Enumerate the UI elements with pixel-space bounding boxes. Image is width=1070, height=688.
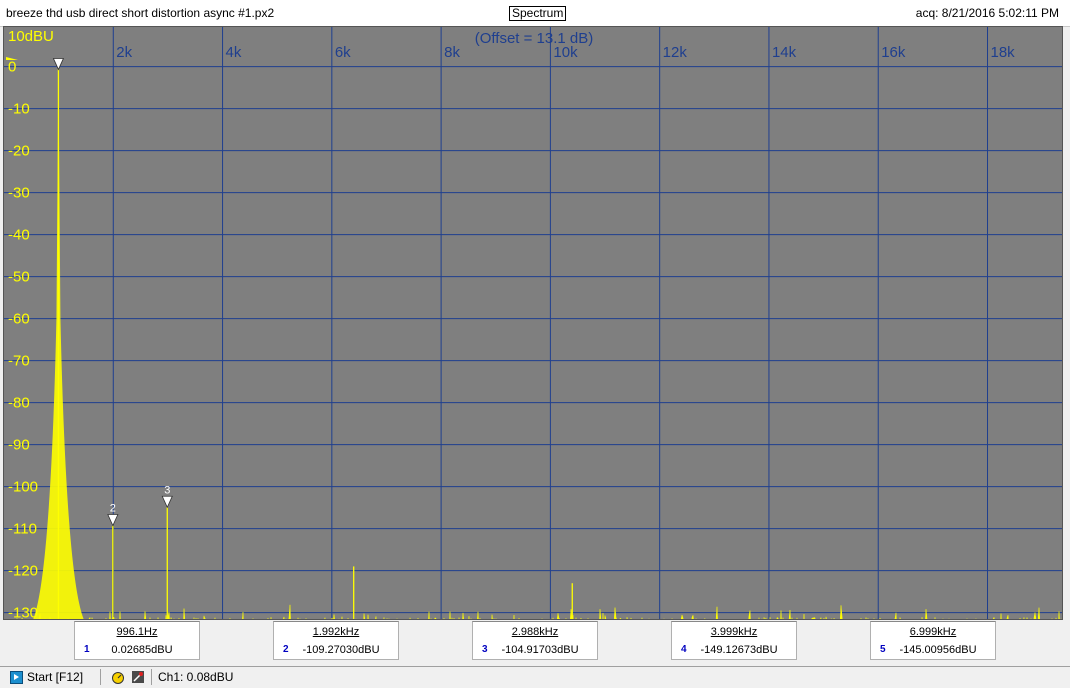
status-separator bbox=[100, 669, 101, 685]
y-tick-label: -130 bbox=[8, 605, 38, 620]
y-tick-label: -120 bbox=[8, 563, 38, 580]
harmonic-marker-triangle bbox=[107, 514, 119, 527]
y-tick-label: 0 bbox=[8, 59, 16, 76]
y-tick-label: -20 bbox=[8, 143, 30, 160]
marker-level: -109.27030dBU bbox=[302, 644, 380, 656]
marker-frequency: 3.999kHz bbox=[710, 626, 758, 638]
marker-frequency: 2.988kHz bbox=[511, 626, 559, 638]
spectrum-chart: 2k 4k 6k 8k 10k 12k 14k 16k 18k10dBU0-10-20-30-4… bbox=[4, 27, 1062, 620]
y-tick-label: -110 bbox=[8, 521, 37, 538]
marker-1-triangle bbox=[52, 58, 65, 71]
status-bar: Start [F12] Ch1: 0.08dBU bbox=[0, 666, 1070, 688]
channel-level: Ch1: 0.08dBU bbox=[158, 670, 234, 684]
marker-readout-4[interactable]: 4 3.999kHz -149.12673dBU bbox=[671, 621, 797, 660]
probe-icon[interactable] bbox=[131, 670, 145, 684]
y-tick-label: -60 bbox=[8, 311, 30, 328]
marker-readout-5[interactable]: 5 6.999kHz -145.00956dBU bbox=[870, 621, 996, 660]
x-tick-label: 12k bbox=[663, 44, 688, 61]
file-title: breeze thd usb direct short distortion a… bbox=[6, 6, 275, 20]
offset-annotation: (Offset = 13.1 dB) bbox=[475, 30, 594, 47]
marker-readout-panel: 1 996.1Hz 0.02685dBU 2 1.992kHz -109.270… bbox=[74, 621, 996, 660]
x-tick-label: 4k bbox=[226, 44, 242, 61]
harmonic-marker-triangle bbox=[161, 495, 173, 509]
y-tick-label: -80 bbox=[8, 395, 30, 412]
y-tick-label: -70 bbox=[8, 353, 30, 370]
title-bar: breeze thd usb direct short distortion a… bbox=[0, 0, 1070, 27]
x-tick-label: 14k bbox=[772, 44, 797, 61]
x-tick-label: 6k bbox=[335, 44, 351, 61]
marker-frequency: 996.1Hz bbox=[116, 626, 158, 638]
harmonic-marker-label: 3 bbox=[164, 484, 170, 496]
x-tick-label: 8k bbox=[444, 44, 460, 61]
y-tick-label: -100 bbox=[8, 479, 38, 496]
harmonic-marker-label: 2 bbox=[110, 503, 116, 515]
gauge-icon[interactable] bbox=[111, 670, 125, 684]
marker-readout-2[interactable]: 2 1.992kHz -109.27030dBU bbox=[273, 621, 399, 660]
x-tick-label: 16k bbox=[881, 44, 906, 61]
y-tick-label: -90 bbox=[8, 437, 30, 454]
marker-level: -104.91703dBU bbox=[501, 644, 579, 656]
marker-frequency: 1.992kHz bbox=[312, 626, 360, 638]
spectrum-view-button[interactable]: Spectrum bbox=[509, 6, 567, 21]
marker-readout-1[interactable]: 1 996.1Hz 0.02685dBU bbox=[74, 621, 200, 660]
marker-readout-3[interactable]: 3 2.988kHz -104.91703dBU bbox=[472, 621, 598, 660]
start-button[interactable]: Start [F12] bbox=[10, 670, 83, 684]
acquisition-time: acq: 8/21/2016 5:02:11 PM bbox=[915, 6, 1059, 20]
y-tick-label: -40 bbox=[8, 227, 30, 244]
y-tick-label: -10 bbox=[8, 101, 30, 118]
y-tick-label: -30 bbox=[8, 185, 30, 202]
x-tick-label: 2k bbox=[116, 44, 132, 61]
status-separator bbox=[151, 669, 152, 685]
marker-level: -145.00956dBU bbox=[899, 644, 977, 656]
y-tick-label: 10dBU bbox=[8, 28, 54, 45]
spectrum-plot-area[interactable]: 2k 4k 6k 8k 10k 12k 14k 16k 18k 10dBU 0 -10 -20 -30 -4… bbox=[3, 26, 1063, 620]
x-tick-label: 18k bbox=[991, 44, 1016, 61]
marker-level: 0.02685dBU bbox=[111, 644, 173, 656]
start-label: Start [F12] bbox=[27, 670, 84, 684]
y-tick-label: -50 bbox=[8, 269, 30, 286]
play-icon bbox=[10, 670, 23, 684]
marker-level: -149.12673dBU bbox=[700, 644, 778, 656]
marker-frequency: 6.999kHz bbox=[909, 626, 957, 638]
